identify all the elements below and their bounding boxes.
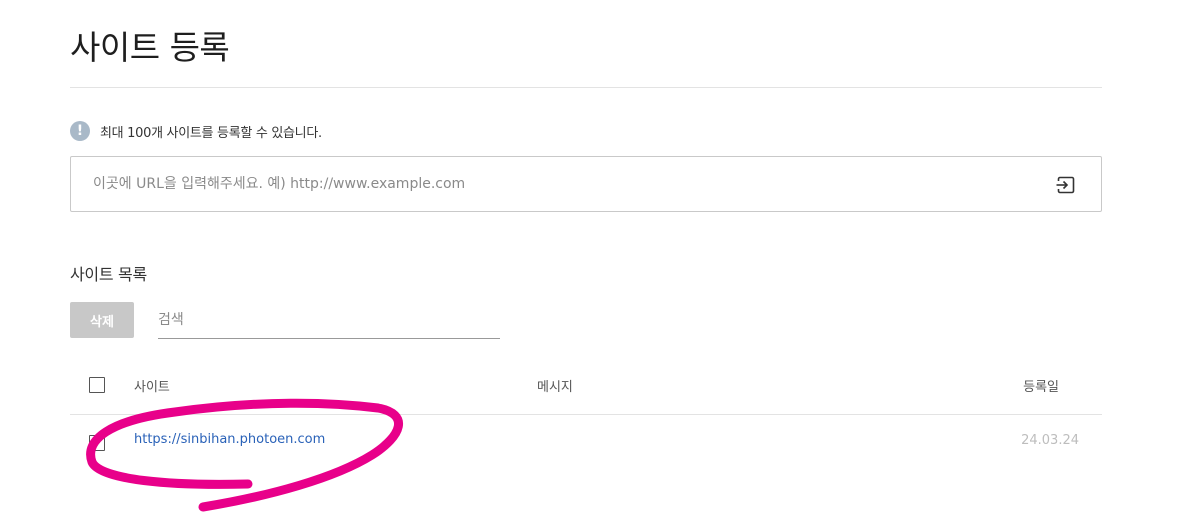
info-icon: !: [70, 121, 90, 141]
table-row: https://sinbihan.photoen.com 24.03.24: [70, 415, 1102, 469]
notice-text: 최대 100개 사이트를 등록할 수 있습니다.: [100, 125, 322, 141]
site-link[interactable]: https://sinbihan.photoen.com: [134, 432, 325, 447]
column-registered: 등록일: [1023, 380, 1059, 395]
url-form: [70, 156, 1102, 212]
search-input[interactable]: [158, 302, 500, 338]
site-list-title: 사이트 목록: [70, 265, 147, 284]
column-site: 사이트: [134, 380, 170, 395]
url-submit-button[interactable]: [1055, 174, 1077, 196]
notice: ! 최대 100개 사이트를 등록할 수 있습니다.: [70, 120, 322, 142]
url-input[interactable]: [71, 157, 1031, 211]
column-message: 메시지: [537, 380, 573, 395]
page-title: 사이트 등록: [70, 28, 230, 67]
row-checkbox[interactable]: [89, 435, 105, 451]
enter-icon: [1056, 176, 1075, 194]
site-table: 사이트 메시지 등록일 https://sinbihan.photoen.com…: [70, 357, 1102, 469]
table-header: 사이트 메시지 등록일: [70, 357, 1102, 415]
title-divider: [70, 87, 1102, 88]
select-all-checkbox[interactable]: [89, 377, 105, 393]
delete-button[interactable]: 삭제: [70, 302, 134, 338]
registered-date: 24.03.24: [1021, 433, 1079, 448]
search-field: [158, 302, 500, 339]
